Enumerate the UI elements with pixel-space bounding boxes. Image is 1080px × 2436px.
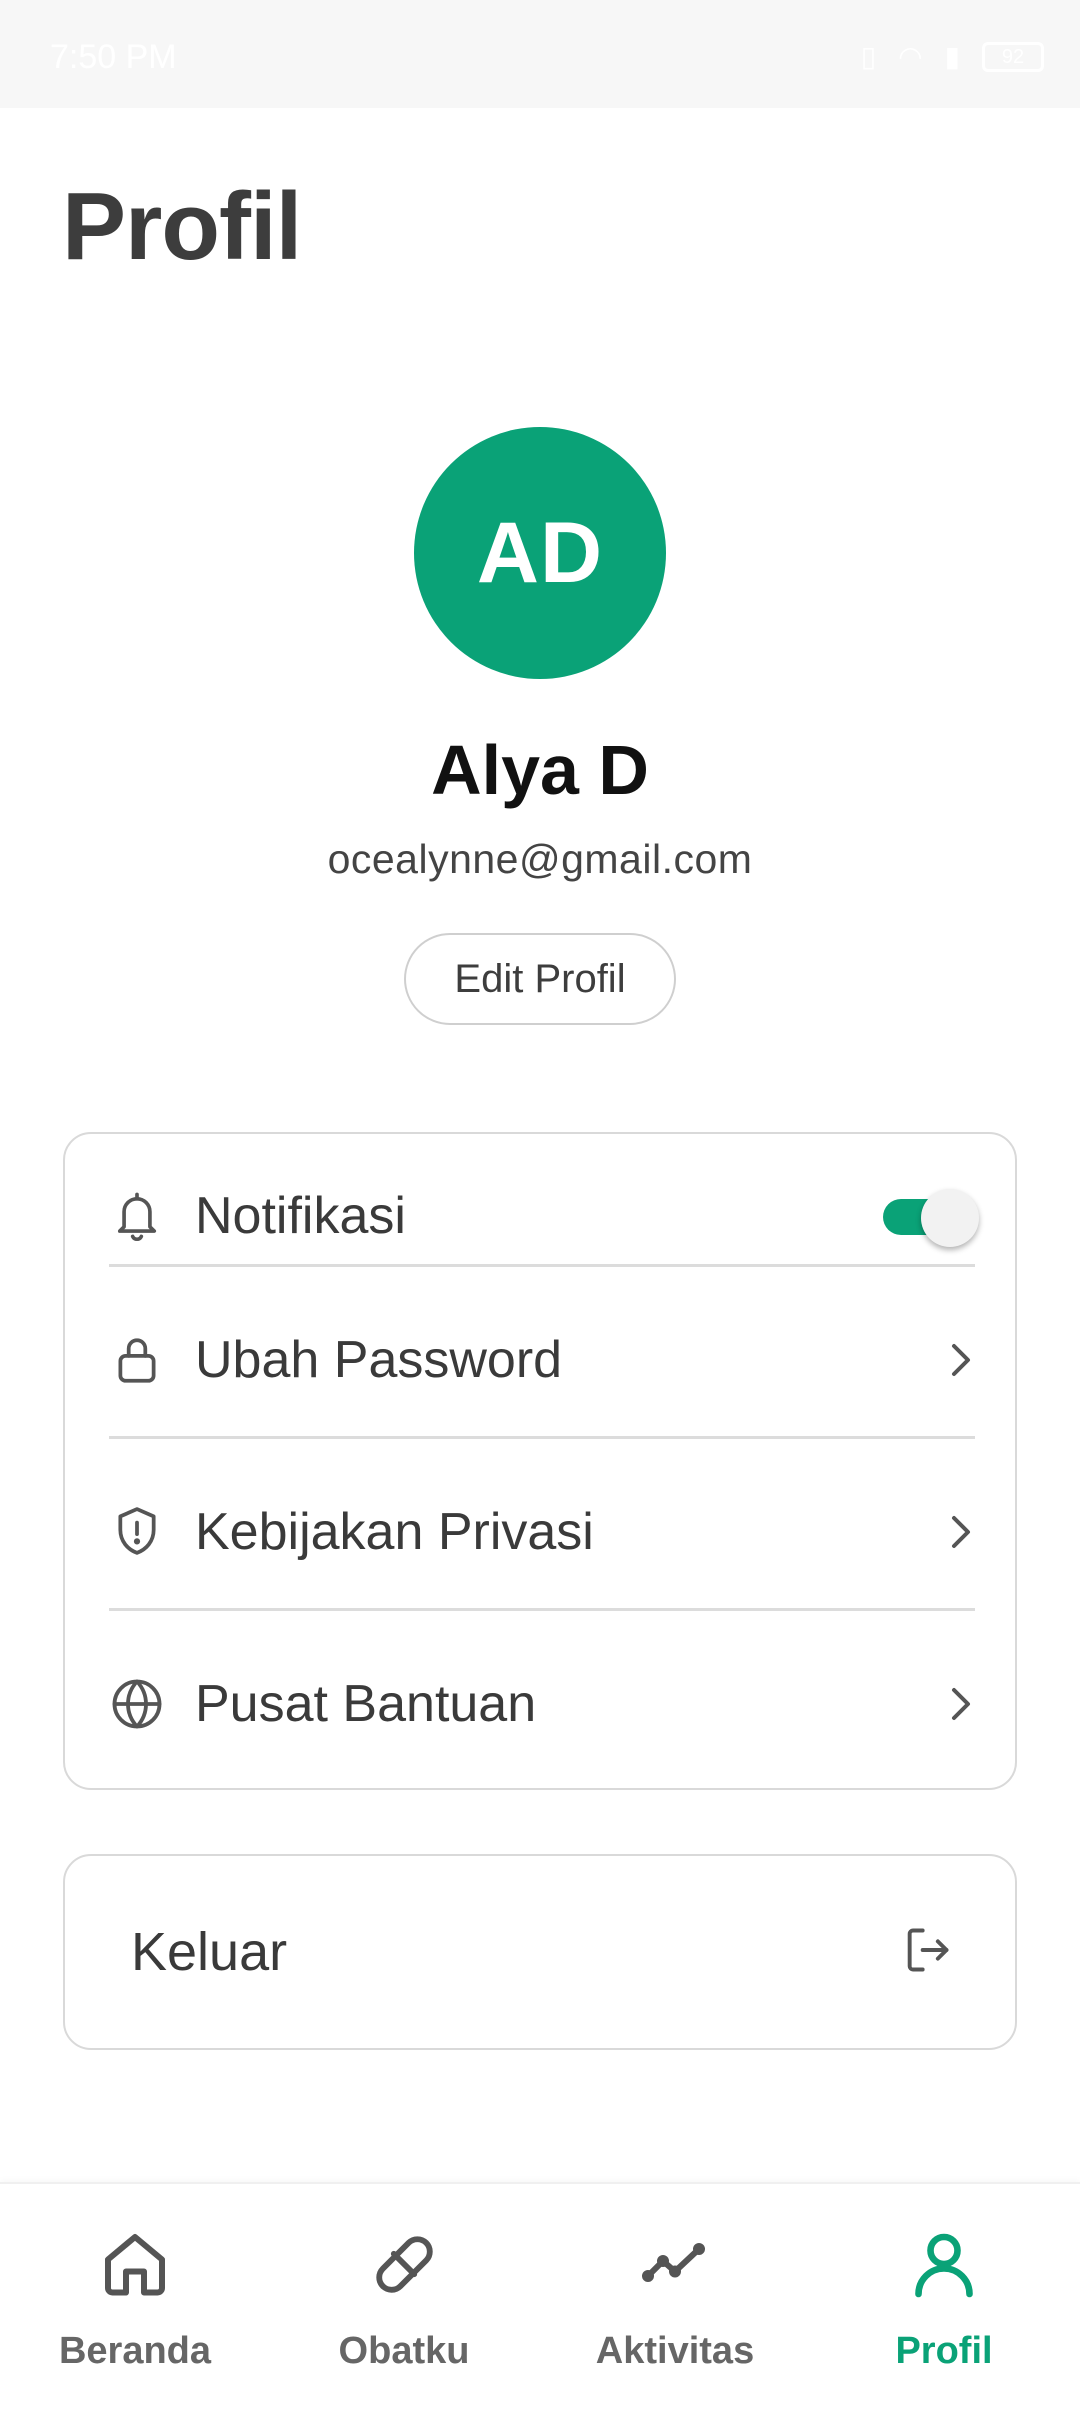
- notifications-label: Notifikasi: [195, 1187, 406, 1245]
- globe-icon: [109, 1676, 165, 1732]
- nav-label: Aktivitas: [595, 2330, 755, 2372]
- avatar: AD: [414, 427, 666, 679]
- privacy-policy-label: Kebijakan Privasi: [195, 1503, 594, 1561]
- nav-item-aktivitas[interactable]: Aktivitas: [565, 2224, 785, 2373]
- wifi-icon: ◠: [898, 41, 923, 72]
- nav-label: Beranda: [58, 2330, 212, 2372]
- battery-icon: 92: [982, 41, 1044, 72]
- bottom-nav: Beranda Obatku Aktivitas Profil: [0, 2182, 1080, 2436]
- user-email: ocealynne@gmail.com: [327, 836, 753, 882]
- divider: [109, 1608, 975, 1611]
- settings-row-privacy-policy[interactable]: Kebijakan Privasi: [109, 1492, 975, 1572]
- pill-icon: [364, 2224, 444, 2304]
- page-title: Profil: [62, 173, 302, 280]
- logout-button[interactable]: Keluar: [63, 1854, 1017, 2050]
- divider: [109, 1264, 975, 1267]
- logout-icon: [901, 1924, 953, 1981]
- home-icon: [95, 2224, 175, 2304]
- user-icon: [904, 2224, 984, 2304]
- bell-icon: [109, 1188, 165, 1244]
- vibrate-icon: ▯: [860, 41, 877, 72]
- chevron-right-icon: [945, 1510, 975, 1554]
- lock-icon: [109, 1332, 165, 1388]
- change-password-label: Ubah Password: [195, 1331, 563, 1389]
- shield-icon: [109, 1504, 165, 1560]
- avatar-initials: AD: [476, 504, 604, 601]
- settings-row-change-password[interactable]: Ubah Password: [109, 1320, 975, 1400]
- nav-label: Obatku: [338, 2330, 470, 2372]
- nav-item-beranda[interactable]: Beranda: [25, 2224, 245, 2373]
- status-time: 7:50 PM: [50, 38, 177, 76]
- edit-profile-button[interactable]: Edit Profil: [404, 933, 676, 1025]
- activity-icon: [635, 2224, 715, 2304]
- notifications-toggle[interactable]: [879, 1189, 979, 1247]
- status-bar: 7:50 PM ▯ ◠ ▮ 92: [0, 0, 1080, 108]
- settings-card: Notifikasi Ubah Password Kebijakan Priva…: [63, 1132, 1017, 1790]
- user-name: Alya D: [431, 731, 649, 809]
- logout-label: Keluar: [131, 1922, 288, 1982]
- settings-row-help-center[interactable]: Pusat Bantuan: [109, 1664, 975, 1744]
- nav-label: Profil: [895, 2330, 993, 2372]
- settings-row-notifications[interactable]: Notifikasi: [109, 1176, 979, 1256]
- help-center-label: Pusat Bantuan: [195, 1675, 537, 1733]
- chevron-right-icon: [945, 1682, 975, 1726]
- nav-item-profil[interactable]: Profil: [834, 2224, 1054, 2373]
- nav-item-obatku[interactable]: Obatku: [294, 2224, 514, 2373]
- chevron-right-icon: [945, 1338, 975, 1382]
- status-icons: ▯ ◠ ▮ 92: [861, 40, 1044, 73]
- divider: [109, 1436, 975, 1439]
- signal-icon: ▮: [944, 41, 960, 72]
